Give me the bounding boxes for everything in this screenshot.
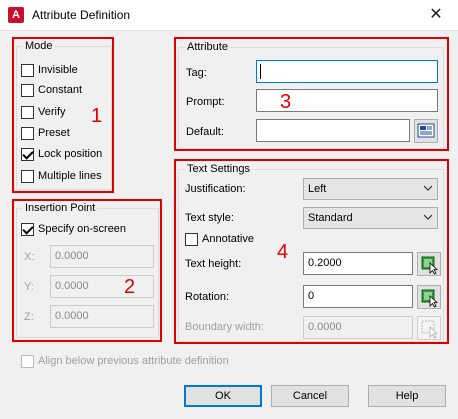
align-below-checkbox-box[interactable]: [21, 354, 34, 368]
annotation-number-1: 1: [91, 105, 103, 127]
annotation-box-3: [174, 37, 449, 151]
annotation-box-2: [12, 199, 162, 342]
align-below-checkbox[interactable]: Align below previous attribute definitio…: [21, 353, 229, 369]
cancel-button[interactable]: Cancel: [271, 385, 349, 407]
title-bar: A Attribute Definition ✕: [0, 0, 458, 31]
help-button[interactable]: Help: [368, 385, 446, 407]
ok-button[interactable]: OK: [184, 385, 262, 407]
annotation-number-2: 2: [124, 276, 136, 298]
align-below-label: Align below previous attribute definitio…: [38, 355, 229, 367]
close-icon[interactable]: ✕: [420, 2, 452, 28]
autocad-app-icon: A: [8, 7, 24, 23]
annotation-box-4: [174, 159, 449, 344]
window-title: Attribute Definition: [32, 8, 131, 22]
annotation-number-4: 4: [277, 241, 289, 263]
annotation-number-3: 3: [280, 91, 292, 113]
